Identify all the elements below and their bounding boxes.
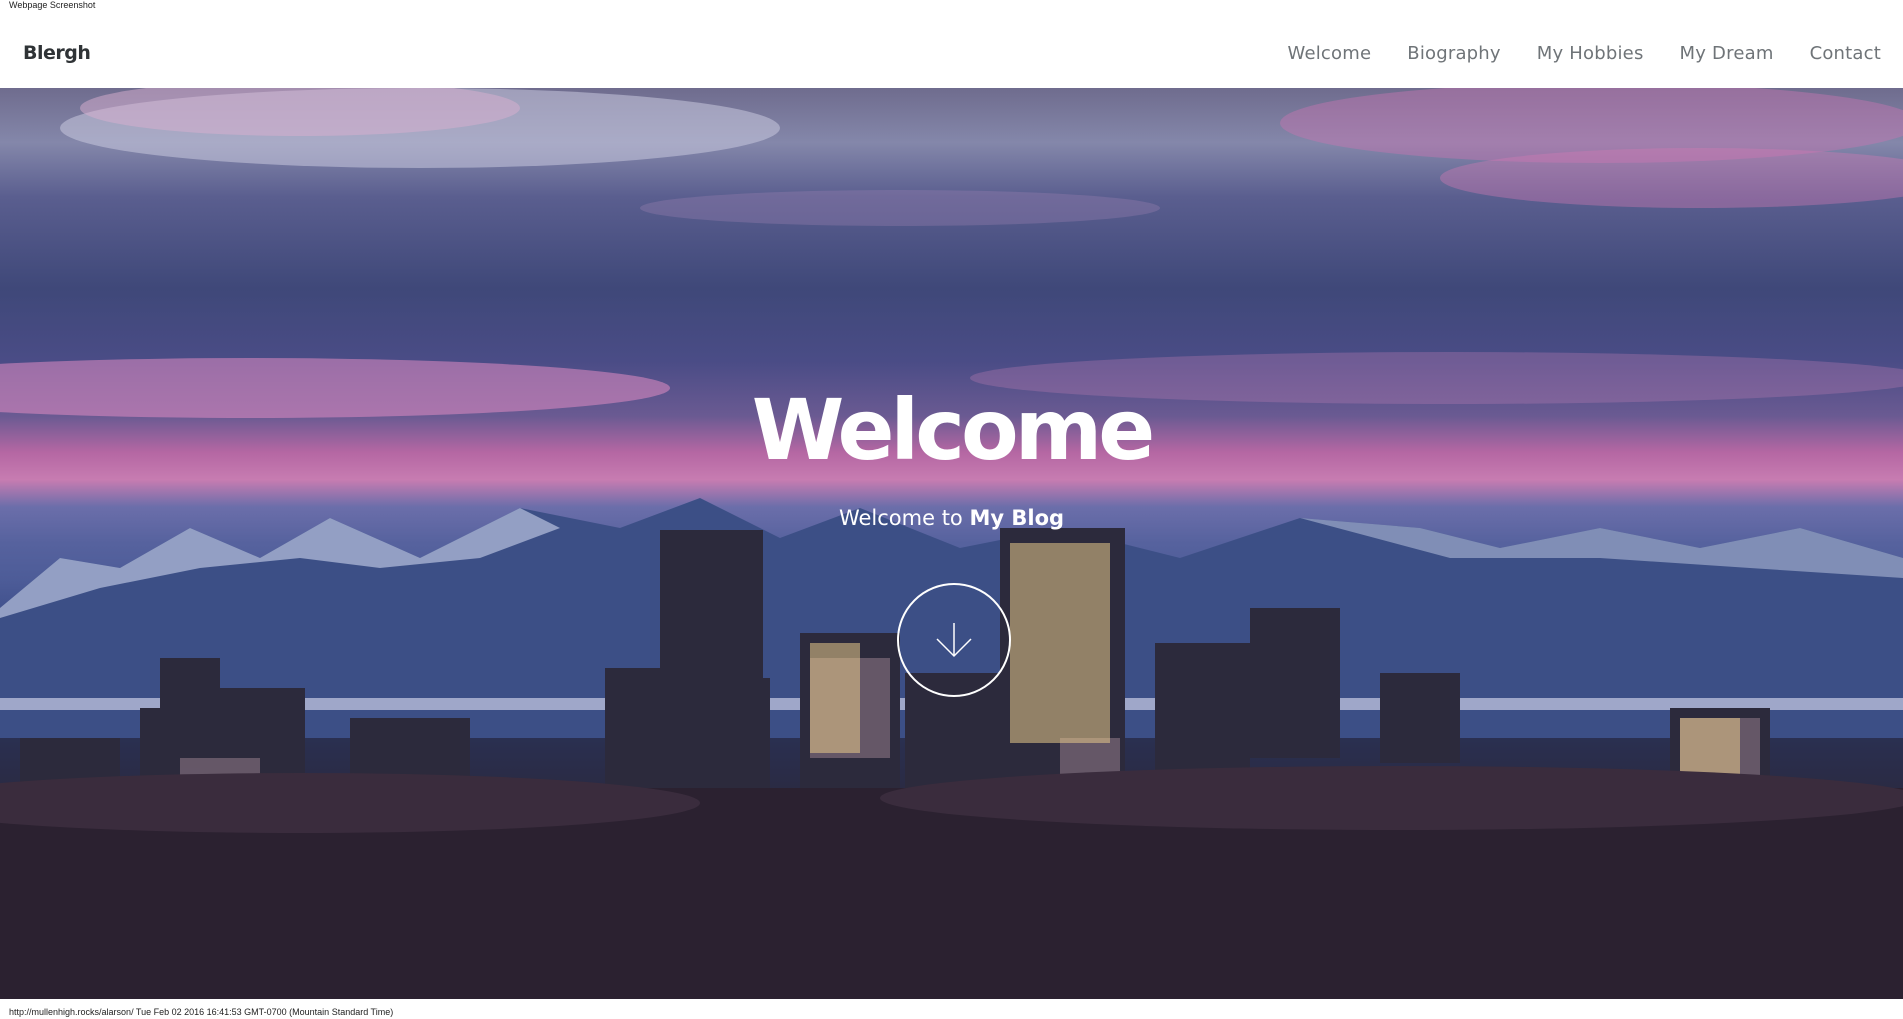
hero-content: Welcome Welcome to My Blog	[0, 88, 1903, 999]
nav-link-contact[interactable]: Contact	[1810, 43, 1881, 64]
site-brand[interactable]: Blergh	[23, 42, 91, 64]
screenshot-label: Webpage Screenshot	[9, 0, 96, 10]
nav-link-my-hobbies[interactable]: My Hobbies	[1537, 43, 1644, 64]
hero-title: Welcome	[751, 381, 1155, 479]
nav-link-welcome[interactable]: Welcome	[1288, 43, 1372, 64]
nav-link-biography[interactable]: Biography	[1407, 43, 1501, 64]
scroll-down-button[interactable]	[897, 583, 1011, 697]
arrow-down-icon	[936, 623, 972, 658]
nav-link-my-dream[interactable]: My Dream	[1680, 43, 1774, 64]
nav-links: Welcome Biography My Hobbies My Dream Co…	[1288, 43, 1881, 64]
hero-subtitle-strong: My Blog	[969, 506, 1065, 530]
hero-section: Welcome Welcome to My Blog	[0, 88, 1903, 999]
hero-subtitle: Welcome to My Blog	[0, 505, 1903, 531]
top-navbar: Blergh Welcome Biography My Hobbies My D…	[0, 13, 1903, 88]
hero-subtitle-prefix: Welcome to	[838, 506, 970, 530]
screenshot-url-caption: http://mullenhigh.rocks/alarson/ Tue Feb…	[9, 1007, 394, 1017]
